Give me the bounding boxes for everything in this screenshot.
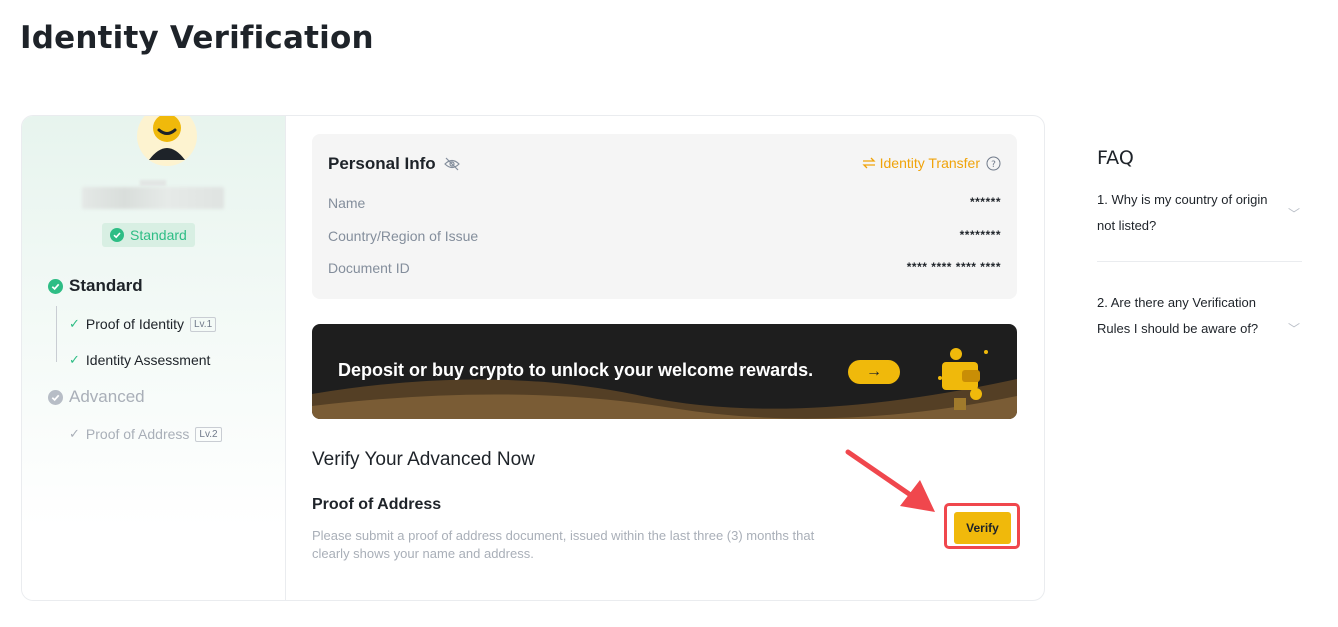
personal-info-box: Personal Info Identity Transfer ? Name *… <box>312 134 1017 299</box>
info-label: Name <box>328 195 366 211</box>
info-row-country: Country/Region of Issue ******** <box>328 228 1001 244</box>
level-tag: Lv.1 <box>189 316 217 332</box>
info-row-document-id: Document ID **** **** **** **** <box>328 260 1001 276</box>
level-advanced-label: Advanced <box>69 387 145 406</box>
info-value: ****** <box>969 195 1001 209</box>
banner-text: Deposit or buy crypto to unlock your wel… <box>338 360 814 380</box>
step-label: Identity Assessment <box>85 352 211 368</box>
faq-item[interactable]: 1. Why is my country of origin not liste… <box>1097 187 1302 239</box>
level-tag: Lv.2 <box>195 426 222 442</box>
faq-item[interactable]: 2. Are there any Verification Rules I sh… <box>1097 290 1302 342</box>
proof-of-address-description: Please submit a proof of address documen… <box>312 528 815 561</box>
checkmark-icon: ✓ <box>69 316 80 331</box>
step-identity-assessment: ✓ Identity Assessment <box>69 352 210 368</box>
level-advanced: Advanced <box>48 387 145 407</box>
chevron-down-icon: ﹀ <box>1287 207 1300 221</box>
username-blur-top <box>140 180 166 186</box>
username-blurred <box>82 187 224 209</box>
eye-hidden-icon[interactable] <box>443 157 460 171</box>
wallet-icon <box>938 348 988 410</box>
step-label: Proof of Identity <box>85 316 184 332</box>
level-standard: Standard <box>48 276 143 296</box>
info-value: ******** <box>959 228 1001 242</box>
identity-transfer-link[interactable]: Identity Transfer ? <box>862 155 1001 171</box>
faq-question: 1. Why is my country of origin not liste… <box>1097 192 1268 233</box>
step-proof-of-identity: ✓ Proof of Identity Lv.1 <box>69 316 217 332</box>
info-value: **** **** **** **** <box>906 260 1001 274</box>
page-title: Identity Verification <box>20 20 374 56</box>
step-label: Proof of Address <box>85 426 190 442</box>
proof-of-address-title: Proof of Address <box>312 496 442 513</box>
annotation-arrow-icon <box>845 449 935 512</box>
info-label: Document ID <box>328 260 410 276</box>
info-label: Country/Region of Issue <box>328 228 479 244</box>
step-proof-of-address: ✓ Proof of Address Lv.2 <box>69 426 222 442</box>
faq-question: 2. Are there any Verification Rules I sh… <box>1097 295 1259 336</box>
status-badge-label: Standard <box>130 227 187 243</box>
identity-transfer-label: Identity Transfer <box>879 155 980 171</box>
tree-line <box>56 306 57 362</box>
checkmark-icon: ✓ <box>69 352 80 367</box>
verify-button[interactable]: Verify <box>954 512 1011 544</box>
help-icon[interactable]: ? <box>986 156 1001 171</box>
check-circle-icon <box>48 278 63 294</box>
faq-divider <box>1097 261 1302 262</box>
faq-title: FAQ <box>1097 147 1134 169</box>
check-circle-icon <box>110 228 124 242</box>
profile-panel: Standard Standard ✓ Proof of Identity Lv… <box>22 116 286 600</box>
avatar <box>137 116 197 166</box>
verify-advanced-heading: Verify Your Advanced Now <box>312 449 535 470</box>
verification-card: Standard Standard ✓ Proof of Identity Lv… <box>21 115 1045 601</box>
svg-text:?: ? <box>991 160 996 170</box>
check-circle-icon <box>48 389 63 405</box>
level-standard-label: Standard <box>69 276 143 295</box>
transfer-icon <box>862 157 876 169</box>
checkmark-icon: ✓ <box>69 426 80 441</box>
promo-banner[interactable]: Deposit or buy crypto to unlock your wel… <box>312 324 1017 419</box>
status-badge: Standard <box>102 223 195 247</box>
banner-arrow-button[interactable]: → <box>848 360 900 384</box>
personal-info-title-text: Personal Info <box>328 154 436 173</box>
info-row-name: Name ****** <box>328 195 1001 211</box>
personal-info-title: Personal Info <box>328 154 460 174</box>
chevron-down-icon: ﹀ <box>1287 322 1300 336</box>
faq-section: FAQ 1. Why is my country of origin not l… <box>1097 147 1307 342</box>
